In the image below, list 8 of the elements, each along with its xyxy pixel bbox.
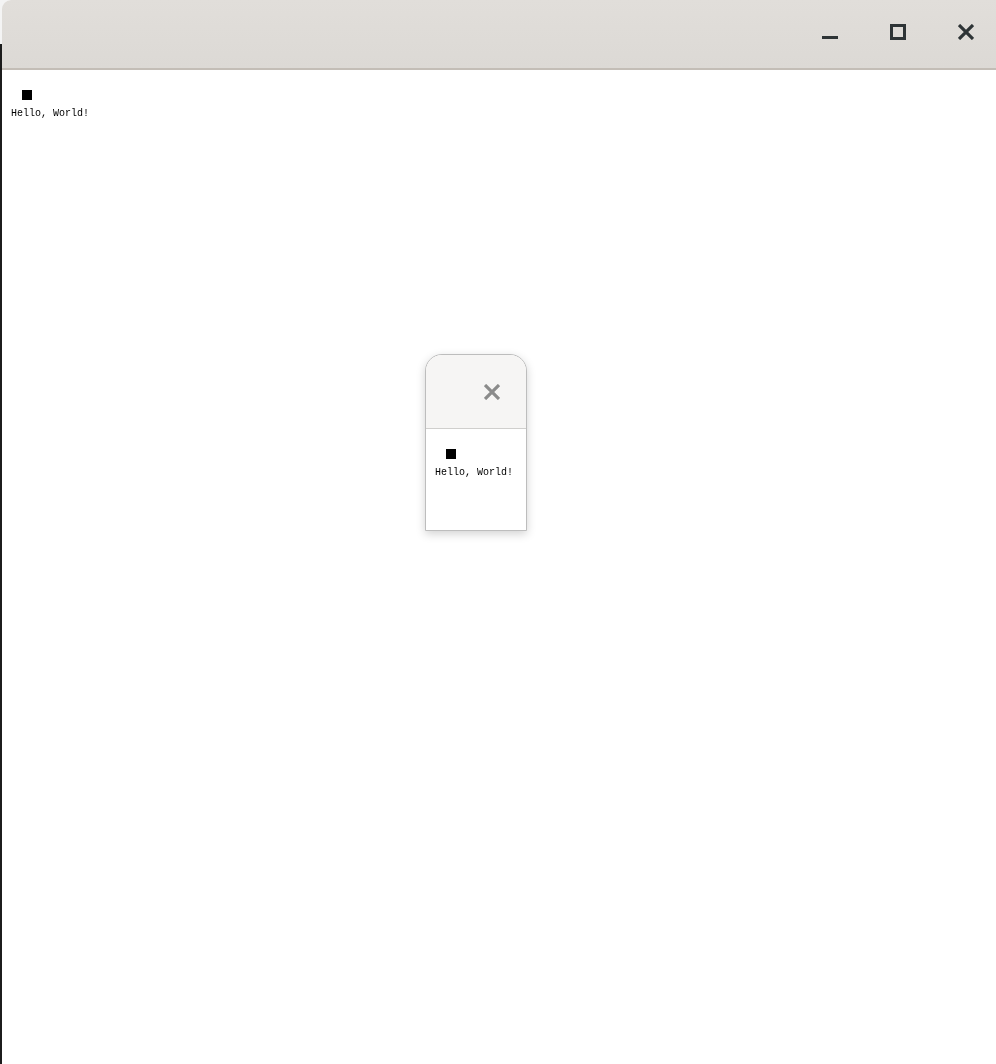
square-icon xyxy=(22,90,32,100)
maximize-icon xyxy=(890,24,906,40)
close-icon xyxy=(484,383,500,400)
square-icon xyxy=(446,449,456,459)
close-icon xyxy=(958,24,974,40)
greeting-text: Hello, World! xyxy=(435,467,513,479)
greeting-text: Hello, World! xyxy=(11,108,89,120)
minimize-icon xyxy=(822,36,838,39)
